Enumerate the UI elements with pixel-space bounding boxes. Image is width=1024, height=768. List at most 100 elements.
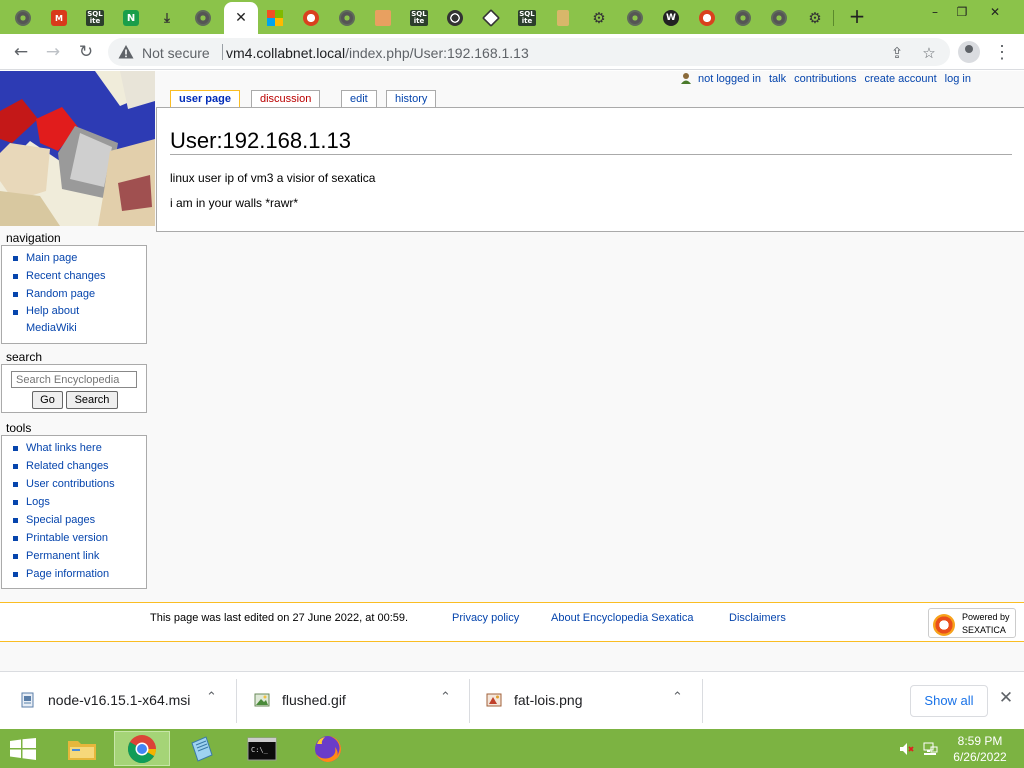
taskbar-firefox[interactable] [300,731,356,766]
talk-link[interactable]: talk [769,73,786,85]
tool-permanent-link[interactable]: Permanent link [12,547,146,565]
tool-logs-link[interactable]: Logs [12,493,146,511]
browser-tab[interactable] [294,4,328,32]
sqlite-icon: SQL ite [86,10,104,26]
browser-tab[interactable] [474,4,508,32]
download-item[interactable]: flushed.gif ⌃ [234,672,470,730]
bookmark-star-icon[interactable]: ☆ [920,44,938,62]
log-in-link[interactable]: log in [945,73,971,85]
download-item[interactable]: fat-lois.png ⌃ [466,672,702,730]
page-title: User:192.168.1.13 [170,128,1012,155]
warning-icon[interactable] [118,44,134,60]
browser-tab[interactable]: M [42,4,76,32]
download-shelf: node-v16.15.1-x64.msi ⌃ flushed.gif ⌃ fa… [0,671,1024,729]
download-item[interactable]: node-v16.15.1-x64.msi ⌃ [0,672,236,730]
browser-tab[interactable]: SQL ite [78,4,112,32]
folder-icon [68,740,96,760]
url-text[interactable]: vm4.collabnet.local/index.php/User:192.1… [226,45,529,61]
taskbar-terminal[interactable]: C:\_ [234,731,290,766]
browser-toolbar: ← → ↻ Not secure vm4.collabnet.local/ind… [0,34,1024,70]
taskbar-clock[interactable]: 8:59 PM 6/26/2022 [950,733,1010,765]
windows-start-icon[interactable] [8,738,38,760]
search-input[interactable] [11,371,137,388]
back-button[interactable]: ← [8,40,34,64]
privacy-policy-link[interactable]: Privacy policy [452,612,519,624]
powered-by-badge[interactable]: Powered by SEXATICA [928,608,1016,638]
tab-discussion[interactable]: discussion [251,90,321,108]
tool-special-pages-link[interactable]: Special pages [12,511,146,529]
diamond-icon [481,8,501,28]
chrome-icon [447,10,463,26]
wiki-icon: W [663,10,679,26]
taskbar-chrome[interactable] [114,731,170,766]
browser-tab[interactable] [366,4,400,32]
minimize-button[interactable]: – [920,0,950,24]
show-all-button[interactable]: Show all [910,685,988,717]
active-browser-tab[interactable]: ✕ [224,2,258,34]
tab-edit[interactable]: edit [341,90,377,108]
browser-tab[interactable] [546,4,580,32]
browser-tab[interactable] [330,4,364,32]
browser-tab[interactable]: W [654,4,688,32]
browser-tab[interactable]: ⤓ [150,4,184,32]
nav-recent-changes-link[interactable]: Recent changes [12,267,146,285]
reload-button[interactable]: ↻ [73,40,99,64]
nav-main-page-link[interactable]: Main page [12,249,146,267]
tool-printable-version-link[interactable]: Printable version [12,529,146,547]
tool-related-changes-link[interactable]: Related changes [12,457,146,475]
ring-icon [303,10,319,26]
tab-history[interactable]: history [386,90,437,108]
browser-tab[interactable] [438,4,472,32]
browser-tab[interactable] [618,4,652,32]
chevron-up-icon[interactable]: ⌃ [440,690,451,705]
notepad-icon [191,735,213,762]
browser-tab[interactable]: SQL ite [402,4,436,32]
create-account-link[interactable]: create account [865,73,937,85]
tool-page-information-link[interactable]: Page information [12,565,146,583]
close-shelf-icon[interactable]: ✕ [996,688,1016,712]
chevron-up-icon[interactable]: ⌃ [672,690,683,705]
nav-help-link[interactable]: Help about MediaWiki [12,303,146,337]
volume-muted-icon[interactable] [898,741,914,757]
close-tab-icon[interactable]: ✕ [235,10,247,26]
tools-portlet: What links here Related changes User con… [1,435,147,589]
browser-tab[interactable]: SQL ite [510,4,544,32]
network-icon[interactable] [922,741,938,757]
globe-icon [627,10,643,26]
browser-tab[interactable]: ⚙ [798,4,832,32]
search-portlet: Go Search [1,364,147,413]
address-bar[interactable]: Not secure vm4.collabnet.local/index.php… [108,38,950,66]
new-tab-button[interactable]: + [846,5,868,27]
profile-avatar[interactable] [958,41,980,63]
restore-button[interactable]: ❐ [947,0,977,24]
search-button[interactable]: Search [66,391,118,409]
chevron-up-icon[interactable]: ⌃ [206,690,217,705]
browser-tab[interactable] [762,4,796,32]
go-button[interactable]: Go [32,391,63,409]
contributions-link[interactable]: contributions [794,73,856,85]
browser-tab[interactable] [6,4,40,32]
ring-icon [699,10,715,26]
site-logo[interactable] [0,71,155,226]
browser-tab[interactable] [186,4,220,32]
browser-tab[interactable] [258,4,292,32]
browser-tab[interactable] [726,4,760,32]
not-secure-label[interactable]: Not secure [142,45,210,61]
forward-button[interactable]: → [40,40,66,64]
share-icon[interactable]: ⇪ [888,44,906,62]
clock-time: 8:59 PM [957,734,1003,748]
tool-what-links-here-link[interactable]: What links here [12,439,146,457]
url-divider [222,44,223,60]
browser-tab[interactable] [690,4,724,32]
powered-by-name: SEXATICA [962,625,1006,635]
close-window-button[interactable]: ✕ [980,0,1010,24]
browser-tab[interactable]: ⚙ [582,4,616,32]
browser-tab[interactable]: N [114,4,148,32]
tool-user-contributions-link[interactable]: User contributions [12,475,146,493]
about-link[interactable]: About Encyclopedia Sexatica [551,612,693,624]
taskbar-file-explorer[interactable] [54,731,110,766]
nav-random-page-link[interactable]: Random page [12,285,146,303]
taskbar-notepad[interactable] [174,731,230,766]
disclaimers-link[interactable]: Disclaimers [729,612,786,624]
more-menu-icon[interactable]: ⋮ [992,40,1012,64]
